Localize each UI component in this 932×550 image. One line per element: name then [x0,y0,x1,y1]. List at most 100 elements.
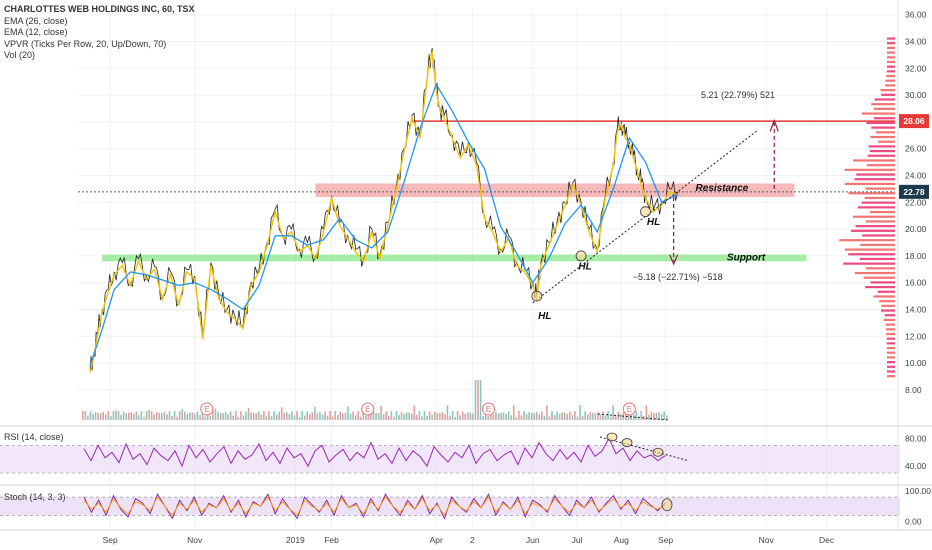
chart-legend: CHARLOTTES WEB HOLDINGS INC, 60, TSX EMA… [4,4,195,62]
volume-bar [553,414,556,420]
x-tick-label: Dec [819,535,835,545]
volume-bar [449,415,451,420]
volume-bar [150,411,153,420]
volume-bar [344,412,347,420]
volume-bar [102,411,104,420]
volume-bar [273,411,275,420]
volume-profile-bar [852,215,895,218]
volume-profile-bar [886,51,895,54]
volume-bar [602,411,604,420]
volume-bar [280,407,283,420]
volume-bar [479,380,482,420]
volume-profile-bar [878,140,895,143]
volume-profile-bar [885,328,895,331]
volume-profile-bar [866,267,895,270]
volume-profile-bar [862,234,895,237]
price-chart[interactable]: HL HL HL 5.21 (22.79%) 521 −5.18 (−22.71%) −… [0,0,932,550]
volume-profile-bar [869,149,895,153]
volume-bar [548,416,551,420]
volume-bar [390,411,393,420]
volume-bar [319,411,321,420]
volume-bar [130,412,133,420]
resistance-price-label: 28.06 [903,116,925,126]
volume-bar [541,411,543,420]
x-tick-label: Aug [614,535,629,545]
volume-bar [314,406,316,420]
stoch-tick-label: 0.00 [905,516,922,526]
y-tick-label: 26.00 [905,144,927,154]
ema-slow-series [89,82,678,367]
volume-bar [413,405,416,420]
volume-profile-bar [881,93,895,96]
volume-profile-bar [843,262,895,265]
volume-profile-bar [854,271,895,275]
indicator-vpvr[interactable]: VPVR (Ticks Per Row, 20, Up/Down, 70) [4,39,195,51]
volume-profile-bar [844,248,895,251]
volume-bar [507,411,510,420]
volume-bar [135,411,138,420]
volume-bar [579,405,581,420]
volume-bar [140,411,143,420]
hl-circle [640,206,651,218]
x-tick-label: Sep [103,535,118,545]
volume-bar [331,416,334,420]
volume-bar [168,411,171,420]
volume-profile-bar [860,257,895,261]
indicator-ema26[interactable]: EMA (26, close) [4,16,195,28]
hl-label: HL [538,311,551,322]
x-tick-label: Apr [430,535,443,545]
chart-title: CHARLOTTES WEB HOLDINGS INC, 60, TSX [4,4,195,14]
volume-profile-bar [881,304,895,307]
volume-bar [428,411,431,420]
volume-bar [436,413,439,420]
volume-bar [648,414,650,420]
volume-profile-bar [873,117,895,120]
volume-bar [104,414,107,420]
volume-bar [609,416,612,420]
earnings-marker-label: E [627,405,632,414]
volume-profile-bar [865,285,895,289]
x-tick-label: 2019 [286,535,305,545]
volume-bar [265,416,268,420]
volume-bar [347,406,349,420]
volume-bar [584,411,586,420]
stoch-circle [661,498,673,512]
volume-profile-bar [853,159,895,162]
volume-bar [454,416,456,420]
volume-bar [439,412,441,420]
volume-profile-bar [870,135,895,139]
volume-bar [512,405,515,420]
volume-bar [640,411,643,420]
volume-profile-bar [880,89,895,92]
volume-bar [260,414,263,420]
x-tick-label: Sep [658,535,673,545]
volume-bar [655,412,658,420]
rsi-tick-label: 40.00 [905,461,927,471]
indicator-vol[interactable]: Vol (20) [4,50,195,62]
volume-bar [133,413,135,420]
volume-bar [186,413,189,420]
hl-circle [531,290,543,302]
volume-bar [543,415,546,420]
volume-bar [288,413,291,420]
measure-down-label: −5.18 (−22.71%) −518 [633,272,723,282]
volume-bar [416,414,418,420]
volume-bar [173,411,176,420]
stoch-label[interactable]: Stoch (14, 3, 3) [4,492,66,502]
volume-profile-bar [873,295,895,298]
volume-bar [377,413,380,420]
volume-profile-bar [865,187,895,190]
volume-bar [92,414,94,420]
volume-bar [382,414,385,420]
volume-bar [117,411,120,420]
volume-bar [535,411,538,420]
volume-bar [237,416,240,420]
rsi-label[interactable]: RSI (14, close) [4,432,64,442]
indicator-ema12[interactable]: EMA (12, close) [4,27,195,39]
volume-profile-bar [886,351,895,354]
x-tick-label: 2 [470,535,475,545]
volume-profile-bar [866,121,895,125]
volume-bar [138,415,140,420]
support-zone [102,254,807,262]
volume-bar [502,412,505,420]
